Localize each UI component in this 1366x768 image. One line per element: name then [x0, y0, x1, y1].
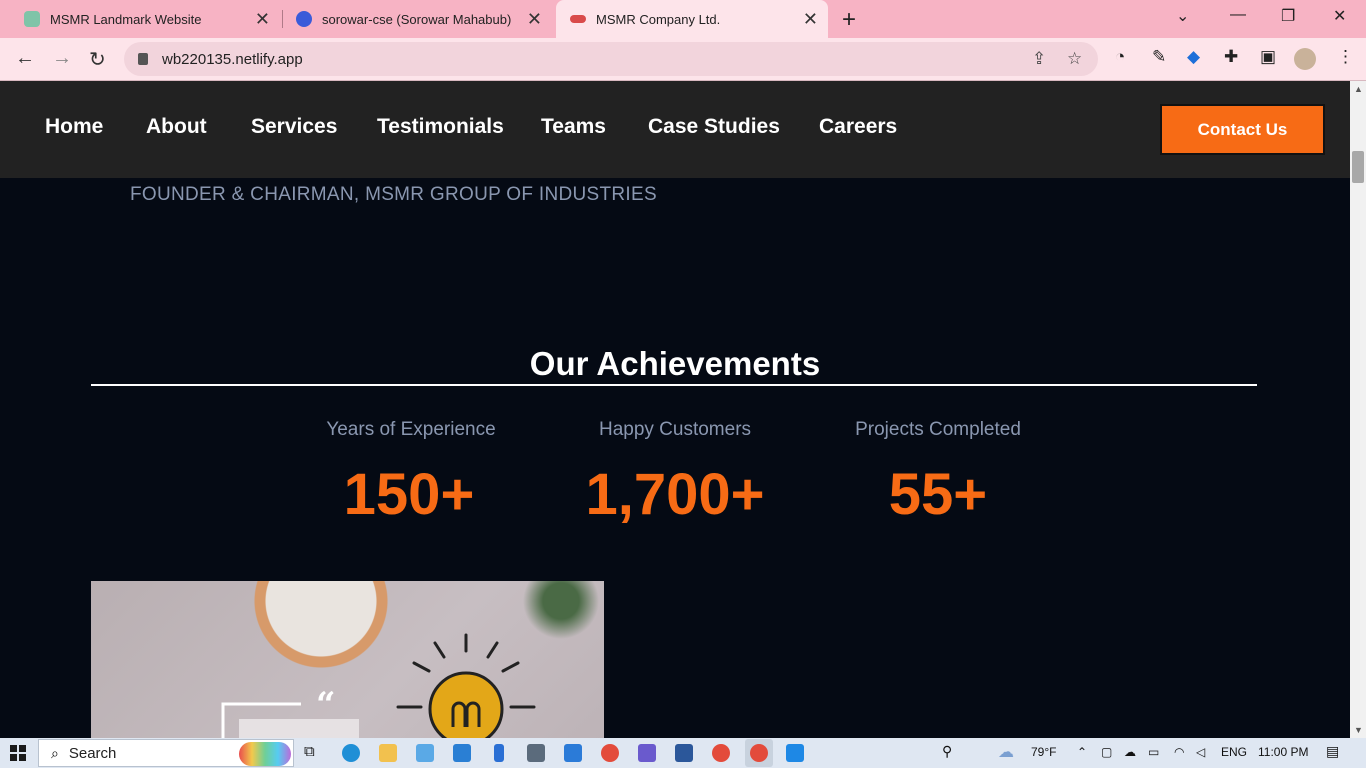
search-icon: ⌕ — [51, 744, 59, 761]
stat-label-projects: Projects Completed — [855, 419, 1021, 440]
web-page: Home About Services Testimonials Teams C… — [0, 81, 1350, 738]
nav-testimonials[interactable]: Testimonials — [377, 115, 504, 139]
search-highlight-image — [239, 742, 291, 766]
wifi-icon[interactable]: ◠ — [1174, 745, 1184, 759]
quote-mark: “ — [316, 685, 336, 725]
bookmark-star-icon[interactable]: ☆ — [1067, 49, 1082, 69]
teams-icon[interactable] — [564, 744, 582, 762]
stat-label-experience: Years of Experience — [326, 419, 496, 440]
close-icon[interactable]: ✕ — [527, 9, 542, 30]
nav-case-studies[interactable]: Case Studies — [648, 115, 780, 139]
chrome-profile-icon[interactable] — [712, 744, 730, 762]
language-indicator[interactable]: ENG — [1221, 745, 1247, 759]
word-icon[interactable] — [675, 744, 693, 762]
onedrive-icon[interactable]: ☁ — [1124, 745, 1136, 759]
search-label: Search — [68, 744, 117, 762]
window-close-icon[interactable]: ✕ — [1333, 6, 1346, 26]
bluetooth-icon[interactable] — [494, 744, 504, 762]
contact-us-button[interactable]: Contact Us — [1160, 104, 1325, 155]
lightbulb-icon — [221, 633, 536, 738]
achievements-title: Our Achievements — [529, 345, 821, 382]
meet-now-icon[interactable]: ▢ — [1101, 745, 1112, 759]
windows-taskbar: ⌕ Search ⧉ ⚲ ☁ 79°F ⌃ ▢ ☁ ▭ ◠ ◁ ENG 11:0… — [0, 738, 1366, 768]
tab-title: sorowar-cse (Sorowar Mahabub) — [322, 11, 512, 27]
chatgpt-icon — [24, 11, 40, 27]
tray-overflow-icon[interactable]: ⌃ — [1077, 745, 1087, 759]
share-icon[interactable]: ⇪ — [1032, 49, 1046, 69]
back-arrow-icon[interactable]: ← — [15, 47, 35, 70]
vscode-icon[interactable] — [786, 744, 804, 762]
store-icon[interactable] — [416, 744, 434, 762]
nav-teams[interactable]: Teams — [541, 115, 606, 139]
scrollbar-thumb[interactable] — [1352, 151, 1364, 183]
clock-time[interactable]: 11:00 PM — [1258, 745, 1308, 759]
weather-cloud-icon[interactable]: ☁ — [998, 742, 1014, 762]
extension-blue-icon[interactable]: ◆ — [1187, 47, 1200, 67]
scroll-up-icon[interactable]: ▲ — [1354, 84, 1363, 94]
stat-value-customers: 1,700+ — [585, 462, 765, 527]
browser-tab-strip: MSMR Landmark Website ✕ sorowar-cse (Sor… — [0, 0, 1366, 38]
notifications-icon[interactable]: ▤ — [1326, 743, 1339, 760]
weather-temp[interactable]: 79°F — [1031, 745, 1056, 759]
camera-icon[interactable] — [527, 744, 545, 762]
battery-icon[interactable]: ▭ — [1148, 745, 1159, 759]
lock-icon — [138, 53, 148, 65]
chrome-active-icon[interactable] — [750, 744, 768, 762]
nav-home[interactable]: Home — [45, 115, 103, 139]
close-icon[interactable]: ✕ — [803, 9, 818, 30]
github-icon — [296, 11, 312, 27]
nav-services[interactable]: Services — [251, 115, 337, 139]
site-navbar: Home About Services Testimonials Teams C… — [0, 81, 1350, 178]
url-text: wb220135.netlify.app — [162, 50, 303, 68]
minimize-icon[interactable]: — — [1230, 6, 1246, 24]
stat-value-projects: 55+ — [888, 462, 988, 527]
edge-icon[interactable] — [342, 744, 360, 762]
tab-title: MSMR Landmark Website — [50, 11, 202, 27]
new-tab-plus-icon[interactable]: + — [842, 6, 856, 34]
stat-label-customers: Happy Customers — [598, 419, 752, 440]
achievements-divider — [91, 384, 1257, 386]
scroll-down-icon[interactable]: ▼ — [1354, 725, 1363, 735]
extensions-puzzle-icon[interactable]: ✚ — [1224, 47, 1238, 67]
mail-icon[interactable] — [453, 744, 471, 762]
tab-msmr-landmark[interactable]: MSMR Landmark Website ✕ — [8, 0, 280, 38]
menu-kebab-icon[interactable]: ⋮ — [1337, 47, 1354, 67]
site-favicon-icon — [570, 15, 586, 23]
volume-icon[interactable]: ◁ — [1196, 745, 1205, 759]
reload-icon[interactable]: ↻ — [89, 47, 106, 72]
founder-caption: FOUNDER & CHAIRMAN, MSMR GROUP OF INDUST… — [130, 184, 657, 205]
tab-title: MSMR Company Ltd. — [596, 11, 721, 27]
forward-arrow-icon[interactable]: → — [52, 47, 72, 70]
performance-icon[interactable]: ◔ — [1115, 47, 1125, 67]
idea-bulb-image: “ — [91, 581, 604, 738]
eyedropper-extension-icon[interactable]: ✎ — [1152, 47, 1166, 67]
profile-avatar[interactable] — [1294, 48, 1316, 70]
close-icon[interactable]: ✕ — [255, 9, 270, 30]
stat-value-experience: 150+ — [343, 462, 475, 527]
file-explorer-icon[interactable] — [379, 744, 397, 762]
side-panel-icon[interactable]: ▣ — [1260, 47, 1276, 67]
tab-divider — [282, 10, 283, 28]
address-bar[interactable]: wb220135.netlify.app ⇪ ☆ — [124, 42, 1098, 76]
people-icon[interactable]: ⚲ — [942, 743, 952, 760]
tab-github[interactable]: sorowar-cse (Sorowar Mahabub) ✕ — [284, 0, 552, 38]
chrome-icon[interactable] — [601, 744, 619, 762]
windows-start-icon[interactable] — [10, 745, 26, 761]
nav-about[interactable]: About — [146, 115, 207, 139]
taskbar-search-box[interactable]: ⌕ Search — [38, 739, 294, 767]
task-view-icon[interactable]: ⧉ — [304, 743, 315, 760]
tab-search-chevron-icon[interactable]: ⌄ — [1176, 6, 1189, 26]
tab-msmr-company[interactable]: MSMR Company Ltd. ✕ — [556, 0, 828, 38]
nav-careers[interactable]: Careers — [819, 115, 897, 139]
page-scrollbar[interactable]: ▲ ▼ — [1350, 81, 1366, 738]
restore-icon[interactable]: ❐ — [1281, 6, 1295, 26]
media-player-icon[interactable] — [638, 744, 656, 762]
